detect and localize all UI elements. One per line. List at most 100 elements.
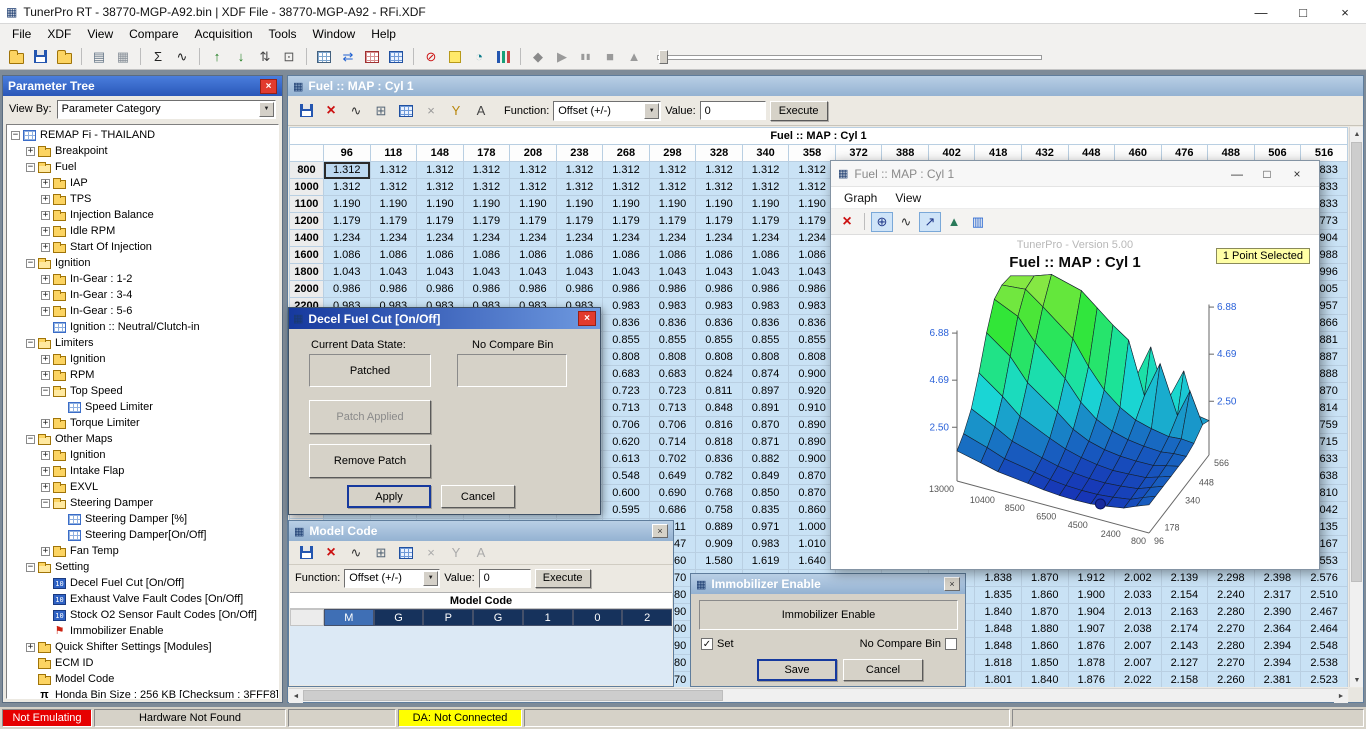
surface-plot[interactable]: 2.502.504.694.696.886.881300010400850065… (831, 235, 1319, 569)
table-cell[interactable]: 0.986 (649, 281, 696, 298)
table-cell[interactable]: 1.234 (603, 230, 650, 247)
collapse-icon[interactable]: − (26, 563, 35, 572)
table-cell[interactable]: 0.855 (649, 332, 696, 349)
tree-item[interactable]: +Start Of Injection (7, 239, 278, 255)
table-cell[interactable]: 0.811 (696, 383, 743, 400)
checksum-icon[interactable]: Σ (147, 47, 169, 67)
table-cell[interactable]: 0.836 (789, 315, 836, 332)
table-cell[interactable]: 1.043 (324, 264, 371, 281)
record-icon[interactable]: ⊘ (420, 47, 442, 67)
emulation-speed-slider[interactable] (657, 49, 1042, 65)
close-icon[interactable]: × (652, 524, 668, 538)
menu-compare[interactable]: Compare (121, 25, 186, 43)
execute-button[interactable]: Execute (770, 101, 828, 121)
table-cell[interactable]: P (423, 609, 473, 626)
table-cell[interactable]: 2.523 (1301, 672, 1348, 688)
table-cell[interactable]: 0.808 (603, 349, 650, 366)
table-cell[interactable]: 2.467 (1301, 604, 1348, 621)
signal-icon[interactable]: ∿ (171, 47, 193, 67)
graph-icon[interactable]: ∿ (345, 543, 367, 563)
download-icon[interactable]: ↓ (230, 47, 252, 67)
table-cell[interactable]: 0.808 (789, 349, 836, 366)
tree-item[interactable]: +In-Gear : 3-4 (7, 287, 278, 303)
table-cell[interactable]: 1.912 (1068, 570, 1115, 587)
table-cell[interactable]: 1.870 (1021, 570, 1068, 587)
table-cell[interactable]: 2.002 (1115, 570, 1162, 587)
cancel-button[interactable]: Cancel (441, 485, 515, 508)
table-cell[interactable]: 1.312 (556, 179, 603, 196)
table-cell[interactable]: 2.240 (1208, 587, 1255, 604)
table-cell[interactable]: 1.043 (556, 264, 603, 281)
row-header[interactable]: 1400 (290, 230, 324, 247)
tree-item[interactable]: ECM ID (7, 655, 278, 671)
row-header[interactable]: 1000 (290, 179, 324, 196)
line-graph-icon[interactable]: ↗ (919, 212, 941, 232)
font-icon[interactable]: A (470, 101, 492, 121)
table-cell[interactable]: 1.086 (649, 247, 696, 264)
table-cell[interactable]: 0.758 (696, 502, 743, 519)
column-header[interactable]: 328 (696, 145, 743, 162)
table-cell[interactable]: 1.086 (370, 247, 417, 264)
table-cell[interactable]: 1.850 (1021, 655, 1068, 672)
table-cell[interactable]: 1.190 (510, 196, 557, 213)
tree-item[interactable]: +Torque Limiter (7, 415, 278, 431)
table-cell[interactable]: 1.312 (696, 162, 743, 179)
table-cell[interactable]: 1.190 (556, 196, 603, 213)
table-cell[interactable]: 2.163 (1161, 604, 1208, 621)
table-cell[interactable]: 1.179 (370, 213, 417, 230)
row-header[interactable]: 1600 (290, 247, 324, 264)
table-cell[interactable]: 2.260 (1208, 672, 1255, 688)
table-cell[interactable]: 0.874 (742, 366, 789, 383)
table-cell[interactable]: 1.190 (417, 196, 464, 213)
table-cell[interactable]: 1.086 (603, 247, 650, 264)
table-cell[interactable]: 0.882 (742, 451, 789, 468)
table-cell[interactable]: 1.043 (789, 264, 836, 281)
column-header[interactable]: 488 (1208, 145, 1255, 162)
table-cell[interactable]: 2.576 (1301, 570, 1348, 587)
expand-icon[interactable]: + (41, 419, 50, 428)
table-cell[interactable]: 1.179 (603, 213, 650, 230)
tree-item[interactable]: πHonda Bin Size : 256 KB [Checksum : 3FF… (7, 687, 278, 699)
table-cell[interactable]: 1.234 (649, 230, 696, 247)
table-cell[interactable]: 1.312 (463, 179, 510, 196)
table-cell[interactable]: 1.190 (463, 196, 510, 213)
table-cell[interactable]: 1.234 (370, 230, 417, 247)
table-cell[interactable]: 2.510 (1301, 587, 1348, 604)
table-cell[interactable]: 2.174 (1161, 621, 1208, 638)
table-cell[interactable]: 1.179 (556, 213, 603, 230)
scroll-up-icon[interactable]: ▲ (1350, 127, 1364, 141)
table-cell[interactable]: 0.983 (649, 298, 696, 315)
table-cell[interactable]: 0 (573, 609, 623, 626)
row-header[interactable]: 1100 (290, 196, 324, 213)
column-header[interactable]: 448 (1068, 145, 1115, 162)
table-cell[interactable]: 1.900 (1068, 587, 1115, 604)
horizontal-scrollbar[interactable]: ◄ ► (289, 688, 1348, 702)
table-cell[interactable]: 2.154 (1161, 587, 1208, 604)
row-header[interactable]: 2000 (290, 281, 324, 298)
table-cell[interactable]: 2.298 (1208, 570, 1255, 587)
table-cell[interactable]: 1.878 (1068, 655, 1115, 672)
table-cell[interactable]: 0.983 (603, 298, 650, 315)
function-dropdown[interactable]: Offset (+/-) ▼ (553, 101, 661, 121)
table-cell[interactable]: 1.312 (510, 179, 557, 196)
tree-item[interactable]: +TPS (7, 191, 278, 207)
fuel-map-titlebar[interactable]: ▦ Fuel :: MAP : Cyl 1 (288, 76, 1363, 96)
expand-icon[interactable]: + (26, 147, 35, 156)
table-cell[interactable]: 2.364 (1254, 621, 1301, 638)
table-cell[interactable]: 0.986 (603, 281, 650, 298)
save-icon[interactable] (295, 101, 317, 121)
table-view-icon[interactable] (313, 47, 335, 67)
cancel-button[interactable]: Cancel (843, 659, 923, 681)
table-cell[interactable]: 1.190 (370, 196, 417, 213)
row-header[interactable]: 1200 (290, 213, 324, 230)
table-cell[interactable]: 1.848 (975, 638, 1022, 655)
no-compare-checkbox[interactable] (945, 638, 957, 650)
table-cell[interactable]: 1.234 (556, 230, 603, 247)
expand-icon[interactable]: + (41, 275, 50, 284)
table-cell[interactable]: 1.179 (463, 213, 510, 230)
table-cell[interactable]: 0.782 (696, 468, 743, 485)
table-cell[interactable]: 2.270 (1208, 621, 1255, 638)
tree-item[interactable]: +Breakpoint (7, 143, 278, 159)
notes-icon[interactable] (444, 47, 466, 67)
table-cell[interactable]: 1.179 (510, 213, 557, 230)
